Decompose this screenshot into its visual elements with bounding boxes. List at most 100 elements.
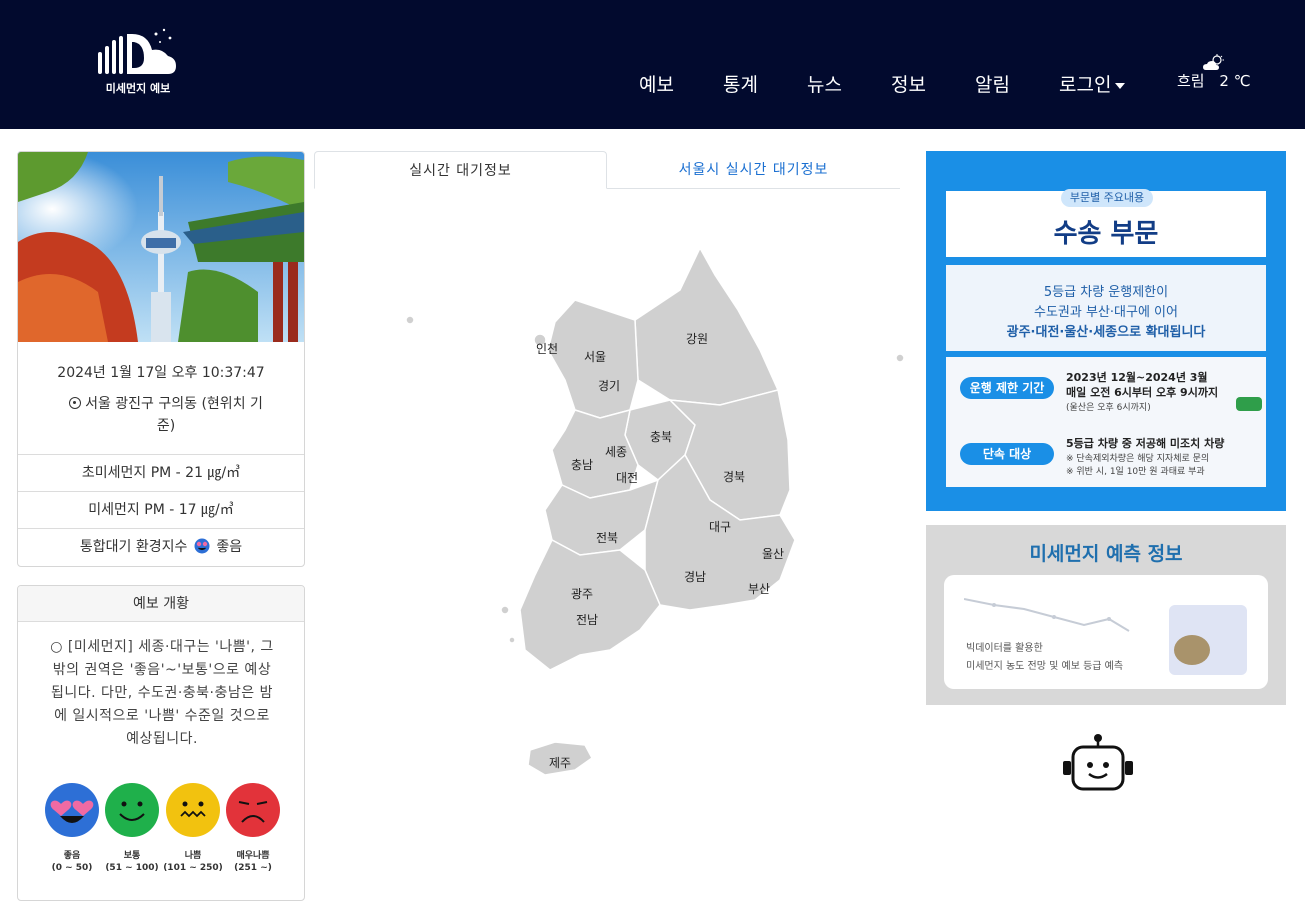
current-datetime: 2024년 1월 17일 오후 10:37:47 <box>57 365 265 381</box>
forecast-line: 예상됩니다. <box>126 731 198 747</box>
good-face-icon <box>194 538 210 554</box>
region-jeonnam <box>519 538 661 671</box>
period-note: (울산은 오후 6시까지) <box>1066 403 1151 413</box>
map-label-busan[interactable]: 부산 <box>748 580 770 597</box>
forecast-line: 에 일시적으로 '나쁨' 수준일 것으로 <box>54 708 270 724</box>
period-label: 운행 제한 기간 <box>960 377 1054 399</box>
map-label-incheon[interactable]: 인천 <box>536 340 558 357</box>
nav-info[interactable]: 정보 <box>891 70 926 97</box>
nav-alerts[interactable]: 알림 <box>975 70 1010 97</box>
legend-normal: 보통 (51 ~ 100) <box>100 850 164 874</box>
legend-good: 좋음 (0 ~ 50) <box>40 850 104 874</box>
map-label-gyeonggi[interactable]: 경기 <box>598 377 620 394</box>
legend-label: 좋음 <box>63 851 81 861</box>
banner-desc-box: 5등급 차량 운행제한이 수도권과 부산·대구에 이어 광주·대전·울산·세종으… <box>946 265 1266 351</box>
map-tabs: 실시간 대기정보 서울시 실시간 대기정보 <box>314 151 900 189</box>
map-label-ulsan[interactable]: 울산 <box>762 545 784 562</box>
legend-range: (51 ~ 100) <box>105 863 159 873</box>
map-label-gangwon[interactable]: 강원 <box>686 330 708 347</box>
location-line2: 준) <box>156 418 176 434</box>
period-line1: 2023년 12월~2024년 3월 <box>1066 371 1208 384</box>
map-label-jeonbuk[interactable]: 전북 <box>596 529 618 546</box>
pm-prediction-banner[interactable]: 미세먼지 예측 정보 빅데이터를 활용한 미세먼지 농도 전망 및 예보 등급 … <box>926 525 1286 705</box>
legend-label: 나쁨 <box>184 851 202 861</box>
forecast-line: 됩니다. 다만, 수도권·충북·충남은 밤 <box>51 685 273 701</box>
target-note1: ※ 단속제외차량은 해당 지자체로 문의 <box>1066 454 1210 464</box>
forecast-line: 밖의 권역은 '좋음'~'보통'으로 예상 <box>52 662 272 678</box>
chatbot-robot-icon[interactable] <box>1063 733 1133 793</box>
banner-tag: 부문별 주요내용 <box>1061 189 1153 207</box>
map-label-gwangju[interactable]: 광주 <box>571 585 593 602</box>
logo-icon <box>98 28 176 74</box>
legend-label: 보통 <box>123 851 141 861</box>
banner-title: 수송 부문 <box>1053 219 1159 249</box>
location-line1: 서울 광진구 구의동 (현위치 기 <box>85 396 263 412</box>
prediction-line2: 미세먼지 농도 전망 및 예보 등급 예측 <box>966 661 1124 672</box>
map-label-daejeon[interactable]: 대전 <box>616 469 638 486</box>
korea-map[interactable]: 인천 서울 경기 강원 충북 세종 충남 대전 경북 대구 전북 울산 경남 광… <box>340 230 920 790</box>
legend-very-bad: 매우나쁨 (251 ~) <box>221 850 285 874</box>
bad-face-icon <box>166 783 220 837</box>
cai-label: 통합대기 환경지수 <box>79 539 188 555</box>
cai-row: 통합대기 환경지수 좋음 <box>18 528 304 565</box>
weather-condition: 흐림 <box>1177 72 1205 90</box>
banner-title-box: 부문별 주요내용 수송 부문 <box>946 189 1266 257</box>
nav-login-label: 로그인 <box>1059 74 1112 96</box>
map-label-seoul[interactable]: 서울 <box>584 348 606 365</box>
current-air-card: 2024년 1월 17일 오후 10:37:47 서울 광진구 구의동 (현위치… <box>17 151 305 567</box>
good-face-icon <box>45 783 99 837</box>
normal-face-icon <box>105 783 159 837</box>
prediction-title: 미세먼지 예측 정보 <box>1029 543 1183 565</box>
pm10-row: 미세먼지 PM - 17 ㎍/㎥ <box>18 491 304 528</box>
car-icon <box>1236 397 1262 411</box>
weather-temp: 2 ℃ <box>1219 72 1251 90</box>
map-label-sejong[interactable]: 세종 <box>605 443 627 460</box>
trend-line-icon <box>964 598 1130 632</box>
forecast-summary-card: 예보 개황 ○ [미세먼지] 세종·대구는 '나쁨', 그 밖의 권역은 '좋음… <box>17 585 305 901</box>
korea-map-shape <box>405 246 905 776</box>
dust-particles-icon <box>1174 635 1210 665</box>
region-gangwon <box>634 246 780 406</box>
map-label-jeju[interactable]: 제주 <box>549 754 571 771</box>
target-label: 단속 대상 <box>960 443 1054 465</box>
caret-down-icon <box>1115 82 1126 89</box>
nav-news[interactable]: 뉴스 <box>807 70 842 97</box>
nav-login-dropdown[interactable]: 로그인 <box>1059 70 1126 97</box>
legend-range: (101 ~ 250) <box>163 863 223 873</box>
site-logo[interactable]: 미세먼지 예보 <box>96 28 180 98</box>
map-label-daegu[interactable]: 대구 <box>709 518 731 535</box>
current-location[interactable]: 서울 광진구 구의동 (현위치 기 준) <box>46 393 286 437</box>
very-bad-face-icon <box>226 783 280 837</box>
target-line1: 5등급 차량 중 저공해 미조치 차량 <box>1066 437 1225 450</box>
period-line2: 매일 오전 6시부터 오후 9시까지 <box>1066 386 1219 399</box>
legend-range: (0 ~ 50) <box>51 863 93 873</box>
tab-realtime[interactable]: 실시간 대기정보 <box>314 151 607 189</box>
legend-label: 매우나쁨 <box>236 851 270 861</box>
map-label-jeonnam[interactable]: 전남 <box>576 611 598 628</box>
map-label-chungnam[interactable]: 충남 <box>571 456 593 473</box>
prediction-card: 빅데이터를 활용한 미세먼지 농도 전망 및 예보 등급 예측 <box>944 575 1268 689</box>
seoul-tower-photo <box>18 152 304 342</box>
tab-seoul-realtime[interactable]: 서울시 실시간 대기정보 <box>607 151 900 189</box>
cai-value: 좋음 <box>216 539 243 555</box>
weather-widget: 흐림 2 ℃ <box>1177 70 1251 91</box>
map-label-gyeongnam[interactable]: 경남 <box>684 568 706 585</box>
target-location-icon <box>69 397 82 409</box>
nav-statistics[interactable]: 통계 <box>723 70 758 97</box>
banner-desc-line3: 광주·대전·울산·세종으로 확대됩니다 <box>1006 325 1206 340</box>
transport-policy-banner[interactable]: 부문별 주요내용 수송 부문 5등급 차량 운행제한이 수도권과 부산·대구에 … <box>926 151 1286 511</box>
map-label-chungbuk[interactable]: 충북 <box>650 428 672 445</box>
target-note2: ※ 위반 시, 1일 10만 원 과태료 부과 <box>1066 467 1205 477</box>
legend-bad: 나쁨 (101 ~ 250) <box>161 850 225 874</box>
nav-forecast[interactable]: 예보 <box>639 70 674 97</box>
forecast-line: ○ [미세먼지] 세종·대구는 '나쁨', 그 <box>50 639 274 655</box>
banner-desc-line2: 수도권과 부산·대구에 이어 <box>1034 305 1178 320</box>
banner-detail-box: 운행 제한 기간 2023년 12월~2024년 3월 매일 오전 6시부터 오… <box>946 357 1266 487</box>
map-label-gyeongbuk[interactable]: 경북 <box>723 468 745 485</box>
banner-desc-line1: 5등급 차량 운행제한이 <box>1043 285 1169 300</box>
top-header: 미세먼지 예보 예보 통계 뉴스 정보 알림 로그인 흐림 2 ℃ <box>0 0 1305 129</box>
forecast-text: ○ [미세먼지] 세종·대구는 '나쁨', 그 밖의 권역은 '좋음'~'보통'… <box>36 636 288 751</box>
prediction-line1: 빅데이터를 활용한 <box>966 643 1043 654</box>
forecast-title: 예보 개황 <box>18 586 304 622</box>
logo-text: 미세먼지 예보 <box>105 82 171 95</box>
